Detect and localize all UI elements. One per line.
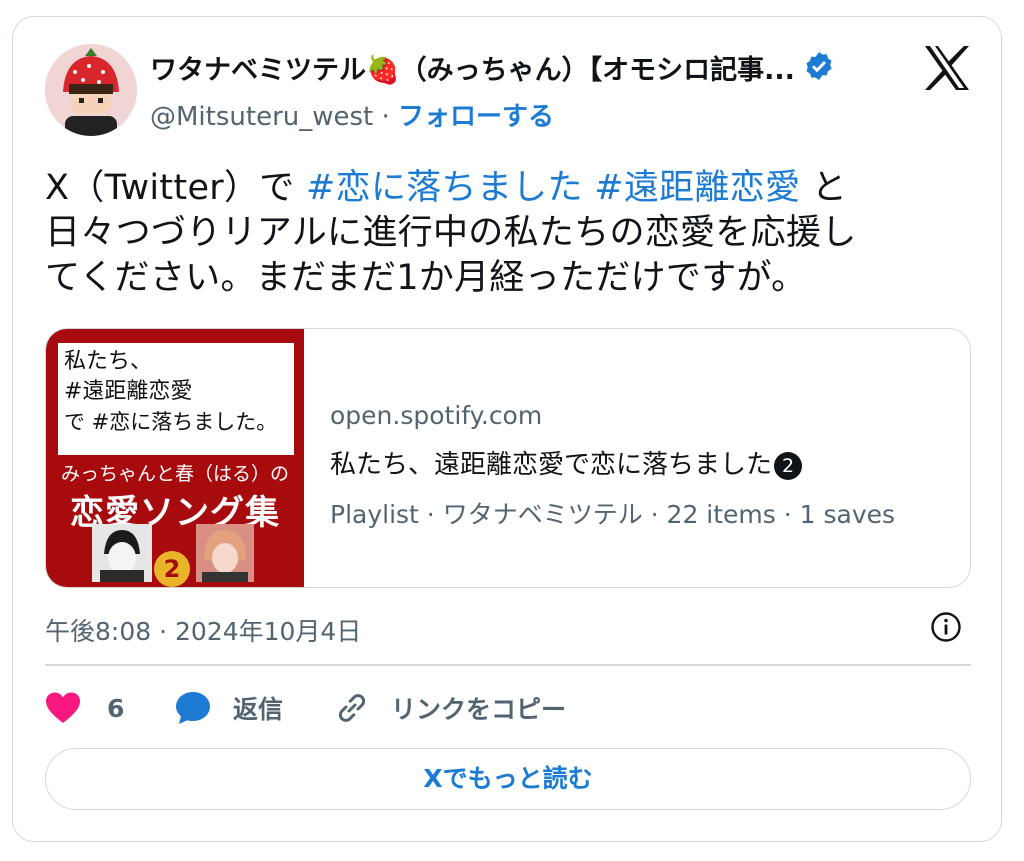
reply-button[interactable]: 返信: [175, 690, 335, 726]
tweet-text-segment: と: [800, 168, 848, 208]
like-count: 6: [107, 693, 125, 723]
avatar[interactable]: [45, 44, 137, 136]
author-handle[interactable]: @Mitsuteru_west: [150, 102, 373, 132]
copy-link-button[interactable]: リンクをコピー: [335, 690, 566, 726]
author-display-name[interactable]: ワタナベミツテル🍓（みっちゃん）【オモシロ記事...: [150, 48, 795, 87]
thumbnail-text-box: 私たち、 #遠距離恋愛 で #恋に落ちました。: [58, 343, 294, 455]
link-domain: open.spotify.com: [330, 401, 543, 430]
link-description: Playlist · ワタナベミツテル · 22 items · 1 saves: [330, 500, 896, 529]
tweet-line-2: 日々つづりリアルに進行中の私たちの恋愛を応援し: [45, 213, 857, 253]
hashtag-link[interactable]: #遠距離恋愛: [594, 168, 800, 208]
thumbnail-box-line: で #恋に落ちました。: [64, 410, 278, 434]
thumbnail-portrait-left: [92, 524, 152, 582]
follow-link[interactable]: フォローする: [398, 102, 554, 132]
info-icon[interactable]: [930, 611, 962, 643]
verified-badge-icon: [795, 50, 835, 86]
like-button[interactable]: 6: [45, 692, 175, 724]
copy-link-label: リンクをコピー: [391, 695, 567, 724]
reply-bubble-icon: [175, 691, 211, 725]
thumbnail-subtitle: みっちゃんと春（はる）の: [60, 463, 289, 485]
tweet-line-1: X（Twitter）で #恋に落ちました #遠距離恋愛 と: [45, 166, 975, 211]
tweet-text-segment: X（Twitter）で: [45, 168, 307, 208]
hashtag-link[interactable]: #恋に落ちました: [306, 168, 583, 208]
tweet-text: X（Twitter）で #恋に落ちました #遠距離恋愛 と 日々つづりリアルに進…: [45, 166, 975, 301]
link-title: 私たち、遠距離恋愛で恋に落ちました 2: [330, 444, 895, 481]
link-icon: [335, 691, 369, 725]
tweet-line-3: てください。まだまだ1か月経っただけですが。: [45, 258, 807, 298]
thumbnail-box-line: #遠距離恋愛: [64, 379, 193, 404]
link-preview-card[interactable]: 私たち、 #遠距離恋愛 で #恋に落ちました。 みっちゃんと春（はる）の 恋愛ソ…: [45, 328, 971, 588]
thumbnail-title: 恋愛ソング集: [70, 493, 280, 533]
link-thumbnail: 私たち、 #遠距離恋愛 で #恋に落ちました。 みっちゃんと春（はる）の 恋愛ソ…: [46, 329, 304, 587]
action-bar: 6 返信 リンクをコピー: [45, 688, 566, 728]
thumbnail-box-line: 私たち、: [64, 349, 153, 374]
thumbnail-number-badge: 2: [154, 551, 190, 587]
divider: [45, 664, 971, 666]
read-more-button[interactable]: Xでもっと読む: [45, 748, 971, 810]
heart-icon: [45, 692, 81, 724]
author-name-row: ワタナベミツテル🍓（みっちゃん）【オモシロ記事...: [150, 48, 835, 87]
tweet-timestamp[interactable]: 午後8:08 · 2024年10月4日: [45, 612, 361, 648]
link-title-text: 私たち、遠距離恋愛で恋に落ちました: [330, 450, 773, 480]
author-handle-row: @Mitsuteru_west · フォローする: [150, 96, 554, 133]
reply-label: 返信: [233, 695, 284, 724]
link-title-number-badge: 2: [774, 451, 803, 480]
link-info: open.spotify.com 私たち、遠距離恋愛で恋に落ちました 2 Play…: [330, 401, 895, 531]
x-logo-icon[interactable]: [922, 44, 972, 92]
thumbnail-portrait-right: [196, 524, 254, 582]
handle-separator: ·: [373, 102, 399, 132]
